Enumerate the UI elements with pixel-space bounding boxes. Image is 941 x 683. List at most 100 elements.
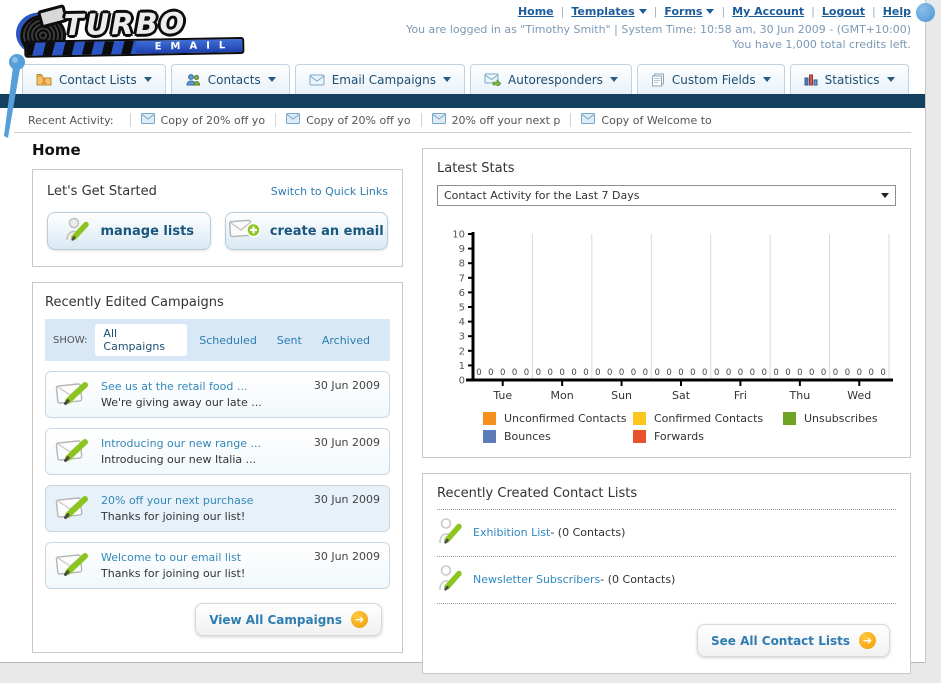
svg-text:Tue: Tue [492, 389, 512, 402]
campaign-row[interactable]: See us at the retail food ... We're givi… [45, 371, 390, 418]
svg-text:0: 0 [821, 368, 826, 378]
envelope-icon [286, 113, 301, 127]
bar-chart-icon [804, 73, 818, 86]
svg-text:0: 0 [797, 368, 802, 378]
switch-quick-links-link[interactable]: Switch to Quick Links [271, 185, 388, 198]
main-content: Home Let's Get Started Switch to Quick L… [0, 133, 925, 674]
filter-scheduled[interactable]: Scheduled [191, 331, 265, 350]
campaign-row[interactable]: Introducing our new range ... Introducin… [45, 428, 390, 475]
chart-legend: Unconfirmed Contacts Confirmed Contacts … [483, 412, 896, 443]
campaign-title-link[interactable]: Introducing our new range ... [101, 437, 306, 450]
nav-link-forms[interactable]: Forms [664, 5, 702, 18]
contact-list-row[interactable]: Newsletter Subscribers - (0 Contacts) [437, 557, 896, 604]
svg-text:Thu: Thu [789, 389, 811, 402]
tab-email-campaigns[interactable]: Email Campaigns [294, 64, 465, 94]
recent-campaigns-title: Recently Edited Campaigns [45, 295, 224, 310]
contact-list-row[interactable]: Exhibition List - (0 Contacts) [437, 510, 896, 557]
svg-text:0: 0 [536, 368, 541, 378]
nav-link-templates[interactable]: Templates [571, 5, 634, 18]
campaign-title-link[interactable]: See us at the retail food ... [101, 380, 306, 393]
tab-autoresponders[interactable]: Autoresponders [470, 64, 632, 94]
contact-list-link[interactable]: Exhibition List [473, 526, 550, 539]
svg-text:0: 0 [595, 368, 600, 378]
svg-text:0: 0 [857, 368, 862, 378]
logo-subtitle: EMAIL [154, 40, 235, 53]
chevron-down-icon [762, 77, 771, 82]
svg-text:10: 10 [452, 230, 465, 241]
nav-link-home[interactable]: Home [518, 5, 554, 18]
person-pencil-icon [437, 517, 463, 548]
credits-remaining: You have 1,000 total credits left. [732, 38, 911, 51]
campaign-subtitle: Thanks for joining our list! [101, 510, 246, 523]
svg-text:0: 0 [488, 368, 493, 378]
get-started-title: Let's Get Started [47, 184, 157, 199]
filter-sent[interactable]: Sent [269, 331, 310, 350]
svg-text:0: 0 [750, 368, 755, 378]
contact-list-link[interactable]: Newsletter Subscribers [473, 573, 600, 586]
svg-text:3: 3 [459, 332, 465, 343]
recent-campaigns-panel: Recently Edited Campaigns SHOW: All Camp… [32, 282, 403, 653]
envelope-icon [581, 113, 596, 127]
chevron-down-icon [609, 77, 618, 82]
header: TURBO EMAIL Home Templates Forms My Acco… [0, 0, 935, 60]
tab-label: Custom Fields [671, 72, 756, 87]
tab-contacts[interactable]: Contacts [170, 64, 290, 94]
envelope-pencil-icon [55, 550, 91, 581]
chevron-down-icon [638, 9, 647, 14]
nav-link-help[interactable]: Help [883, 5, 911, 18]
envelope-icon [431, 113, 446, 127]
legend-item: Forwards [633, 430, 783, 443]
tab-statistics[interactable]: Statistics [789, 64, 909, 94]
pin-decoration [4, 54, 25, 138]
svg-text:0: 0 [524, 368, 529, 378]
campaign-row[interactable]: Welcome to our email list Thanks for joi… [45, 542, 390, 589]
arrow-right-icon: ➔ [351, 611, 368, 628]
campaign-filterbar: SHOW: All Campaigns Scheduled Sent Archi… [45, 319, 390, 361]
recent-activity-item[interactable]: 20% off your next p [420, 113, 571, 127]
tab-label: Autoresponders [508, 72, 603, 87]
app-window: TURBO EMAIL Home Templates Forms My Acco… [0, 0, 935, 674]
stats-period-select[interactable]: Contact Activity for the Last 7 Days [437, 185, 896, 206]
chevron-down-icon [267, 77, 276, 82]
svg-text:0: 0 [690, 368, 695, 378]
legend-swatch [483, 412, 496, 425]
svg-text:7: 7 [459, 273, 465, 284]
svg-text:0: 0 [738, 368, 743, 378]
recent-activity-item[interactable]: Copy of 20% off yo [129, 113, 276, 127]
latest-stats-panel: Latest Stats Contact Activity for the La… [422, 148, 911, 458]
recent-activity-item[interactable]: Copy of 20% off yo [275, 113, 421, 127]
campaign-date: 30 Jun 2009 [313, 436, 380, 449]
contact-list-count: - (0 Contacts) [550, 526, 626, 539]
create-email-button[interactable]: create an email [224, 212, 388, 250]
legend-swatch [483, 430, 496, 443]
view-all-campaigns-button[interactable]: View All Campaigns ➔ [195, 603, 382, 636]
campaign-date: 30 Jun 2009 [313, 379, 380, 392]
campaign-title-link[interactable]: Welcome to our email list [101, 551, 306, 564]
svg-text:4: 4 [459, 317, 465, 328]
envelope-pencil-icon [55, 436, 91, 467]
filter-all-campaigns[interactable]: All Campaigns [95, 324, 188, 356]
campaign-subtitle: Thanks for joining our list! [101, 567, 246, 580]
tab-label: Statistics [824, 72, 880, 87]
svg-text:0: 0 [559, 368, 564, 378]
latest-stats-title: Latest Stats [437, 161, 515, 176]
tab-label: Contact Lists [59, 72, 137, 87]
recent-activity-item[interactable]: Copy of Welcome to [570, 113, 721, 127]
legend-item: Unconfirmed Contacts [483, 412, 633, 425]
legend-item: Confirmed Contacts [633, 412, 783, 425]
svg-text:0: 0 [868, 368, 873, 378]
campaign-row[interactable]: 20% off your next purchase Thanks for jo… [45, 485, 390, 532]
see-all-contact-lists-button[interactable]: See All Contact Lists ➔ [696, 624, 890, 657]
svg-text:Fri: Fri [734, 389, 747, 402]
manage-lists-button[interactable]: manage lists [47, 212, 211, 250]
svg-text:2: 2 [459, 346, 465, 357]
envelope-arrow-icon [484, 73, 501, 86]
nav-link-logout[interactable]: Logout [822, 5, 865, 18]
main-nav-tabbar: Contact Lists Contacts Email Campaigns A… [0, 60, 925, 94]
campaign-title-link[interactable]: 20% off your next purchase [101, 494, 306, 507]
nav-link-my-account[interactable]: My Account [732, 5, 804, 18]
legend-swatch [633, 412, 646, 425]
filter-archived[interactable]: Archived [314, 331, 378, 350]
tab-contact-lists[interactable]: Contact Lists [22, 64, 166, 94]
tab-custom-fields[interactable]: Custom Fields [636, 64, 785, 94]
